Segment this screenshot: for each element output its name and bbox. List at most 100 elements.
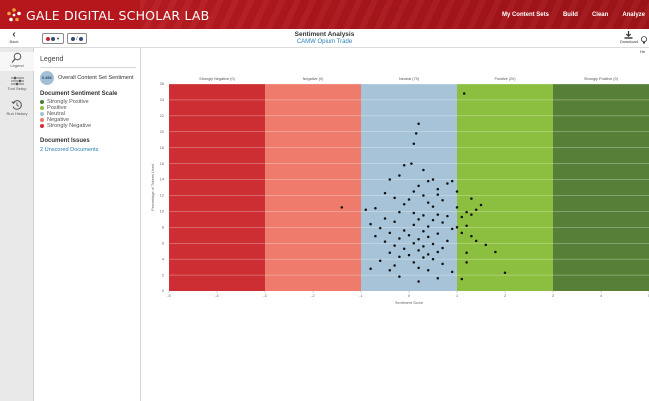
data-point[interactable] <box>393 220 396 223</box>
data-point[interactable] <box>412 142 416 145</box>
filter-toggle-button[interactable]: / <box>67 33 87 44</box>
data-point[interactable] <box>388 251 392 255</box>
data-point[interactable] <box>470 234 473 238</box>
data-point[interactable] <box>422 230 425 233</box>
data-point[interactable] <box>398 255 401 259</box>
data-point[interactable] <box>398 275 401 278</box>
data-point[interactable] <box>378 226 382 230</box>
data-point[interactable] <box>388 231 392 235</box>
data-point[interactable] <box>417 184 420 188</box>
data-point[interactable] <box>470 197 473 200</box>
data-point[interactable] <box>388 178 392 181</box>
data-point[interactable] <box>426 253 430 256</box>
data-point[interactable] <box>417 122 420 126</box>
data-point[interactable] <box>407 234 411 237</box>
data-point[interactable] <box>340 206 344 209</box>
data-point[interactable] <box>422 214 425 217</box>
data-point[interactable] <box>398 174 401 177</box>
data-point[interactable] <box>431 218 435 222</box>
data-point[interactable] <box>436 213 440 216</box>
data-point[interactable] <box>474 239 478 243</box>
rail-item-tool-setup[interactable]: Tool Setup <box>0 76 34 94</box>
data-point[interactable] <box>436 187 440 191</box>
data-point[interactable] <box>402 163 406 167</box>
data-point[interactable] <box>503 271 507 274</box>
data-point[interactable] <box>369 222 372 226</box>
data-point[interactable] <box>422 194 425 197</box>
help-button[interactable]: He <box>640 31 649 54</box>
brand[interactable]: GALE DIGITAL SCHOLAR LAB <box>6 6 209 24</box>
download-button[interactable]: Download <box>620 31 638 46</box>
data-point[interactable] <box>402 202 406 206</box>
data-point[interactable] <box>484 243 488 247</box>
data-point[interactable] <box>417 238 420 241</box>
data-point[interactable] <box>455 206 459 209</box>
data-point[interactable] <box>374 206 377 210</box>
data-point[interactable] <box>474 208 478 212</box>
data-point[interactable] <box>426 225 430 228</box>
nav-build[interactable]: Build <box>563 12 578 18</box>
data-point[interactable] <box>412 223 416 227</box>
data-point[interactable] <box>436 232 440 235</box>
data-point[interactable] <box>412 261 416 264</box>
data-point[interactable] <box>422 168 425 172</box>
data-point[interactable] <box>431 242 435 246</box>
back-button[interactable]: ‹ Back <box>5 30 23 47</box>
data-point[interactable] <box>417 280 420 283</box>
data-point[interactable] <box>494 250 497 254</box>
data-point[interactable] <box>407 198 411 201</box>
data-point[interactable] <box>374 234 377 238</box>
data-point[interactable] <box>378 259 382 262</box>
data-point[interactable] <box>383 240 387 243</box>
data-point[interactable] <box>393 196 396 200</box>
data-point[interactable] <box>441 221 444 224</box>
data-point[interactable] <box>431 205 435 208</box>
data-point[interactable] <box>393 244 396 247</box>
data-point[interactable] <box>460 215 464 219</box>
data-point[interactable] <box>414 132 418 135</box>
data-point[interactable] <box>441 262 444 266</box>
data-point[interactable] <box>422 256 425 259</box>
data-point[interactable] <box>460 231 464 235</box>
data-point[interactable] <box>441 246 444 250</box>
data-point[interactable] <box>417 218 420 221</box>
data-point[interactable] <box>450 227 454 231</box>
data-point[interactable] <box>402 229 406 232</box>
data-point[interactable] <box>462 92 466 95</box>
data-point[interactable] <box>460 277 464 281</box>
unscored-documents-link[interactable]: 2 Unscored Documents <box>40 147 98 153</box>
data-point[interactable] <box>393 264 396 267</box>
data-point[interactable] <box>412 211 416 215</box>
nav-my-content-sets[interactable]: My Content Sets <box>502 12 549 18</box>
data-point[interactable] <box>441 198 444 202</box>
view-toggle-button[interactable]: ▼ <box>42 33 64 44</box>
data-point[interactable] <box>426 235 430 239</box>
data-point[interactable] <box>426 201 430 204</box>
data-point[interactable] <box>465 261 468 264</box>
data-point[interactable] <box>436 250 440 254</box>
data-point[interactable] <box>446 214 449 218</box>
data-point[interactable] <box>410 162 413 165</box>
data-point[interactable] <box>455 190 459 193</box>
data-point[interactable] <box>422 245 425 248</box>
data-point[interactable] <box>412 190 416 193</box>
rail-item-legend[interactable]: Legend <box>0 52 34 71</box>
data-point[interactable] <box>388 269 392 272</box>
rail-item-run-history[interactable]: Run History <box>0 99 34 118</box>
data-point[interactable] <box>465 224 468 227</box>
data-point[interactable] <box>450 270 454 274</box>
data-point[interactable] <box>446 182 449 185</box>
data-point[interactable] <box>431 178 435 181</box>
data-point[interactable] <box>364 208 368 212</box>
data-point[interactable] <box>431 257 435 261</box>
data-point[interactable] <box>450 179 454 183</box>
data-point[interactable] <box>402 247 406 251</box>
data-point[interactable] <box>426 269 430 272</box>
data-point[interactable] <box>398 237 401 240</box>
data-point[interactable] <box>417 266 420 270</box>
data-point[interactable] <box>436 277 440 280</box>
data-point[interactable] <box>470 213 473 216</box>
data-point[interactable] <box>417 249 420 252</box>
data-point[interactable] <box>383 217 387 220</box>
nav-clean[interactable]: Clean <box>592 12 608 18</box>
